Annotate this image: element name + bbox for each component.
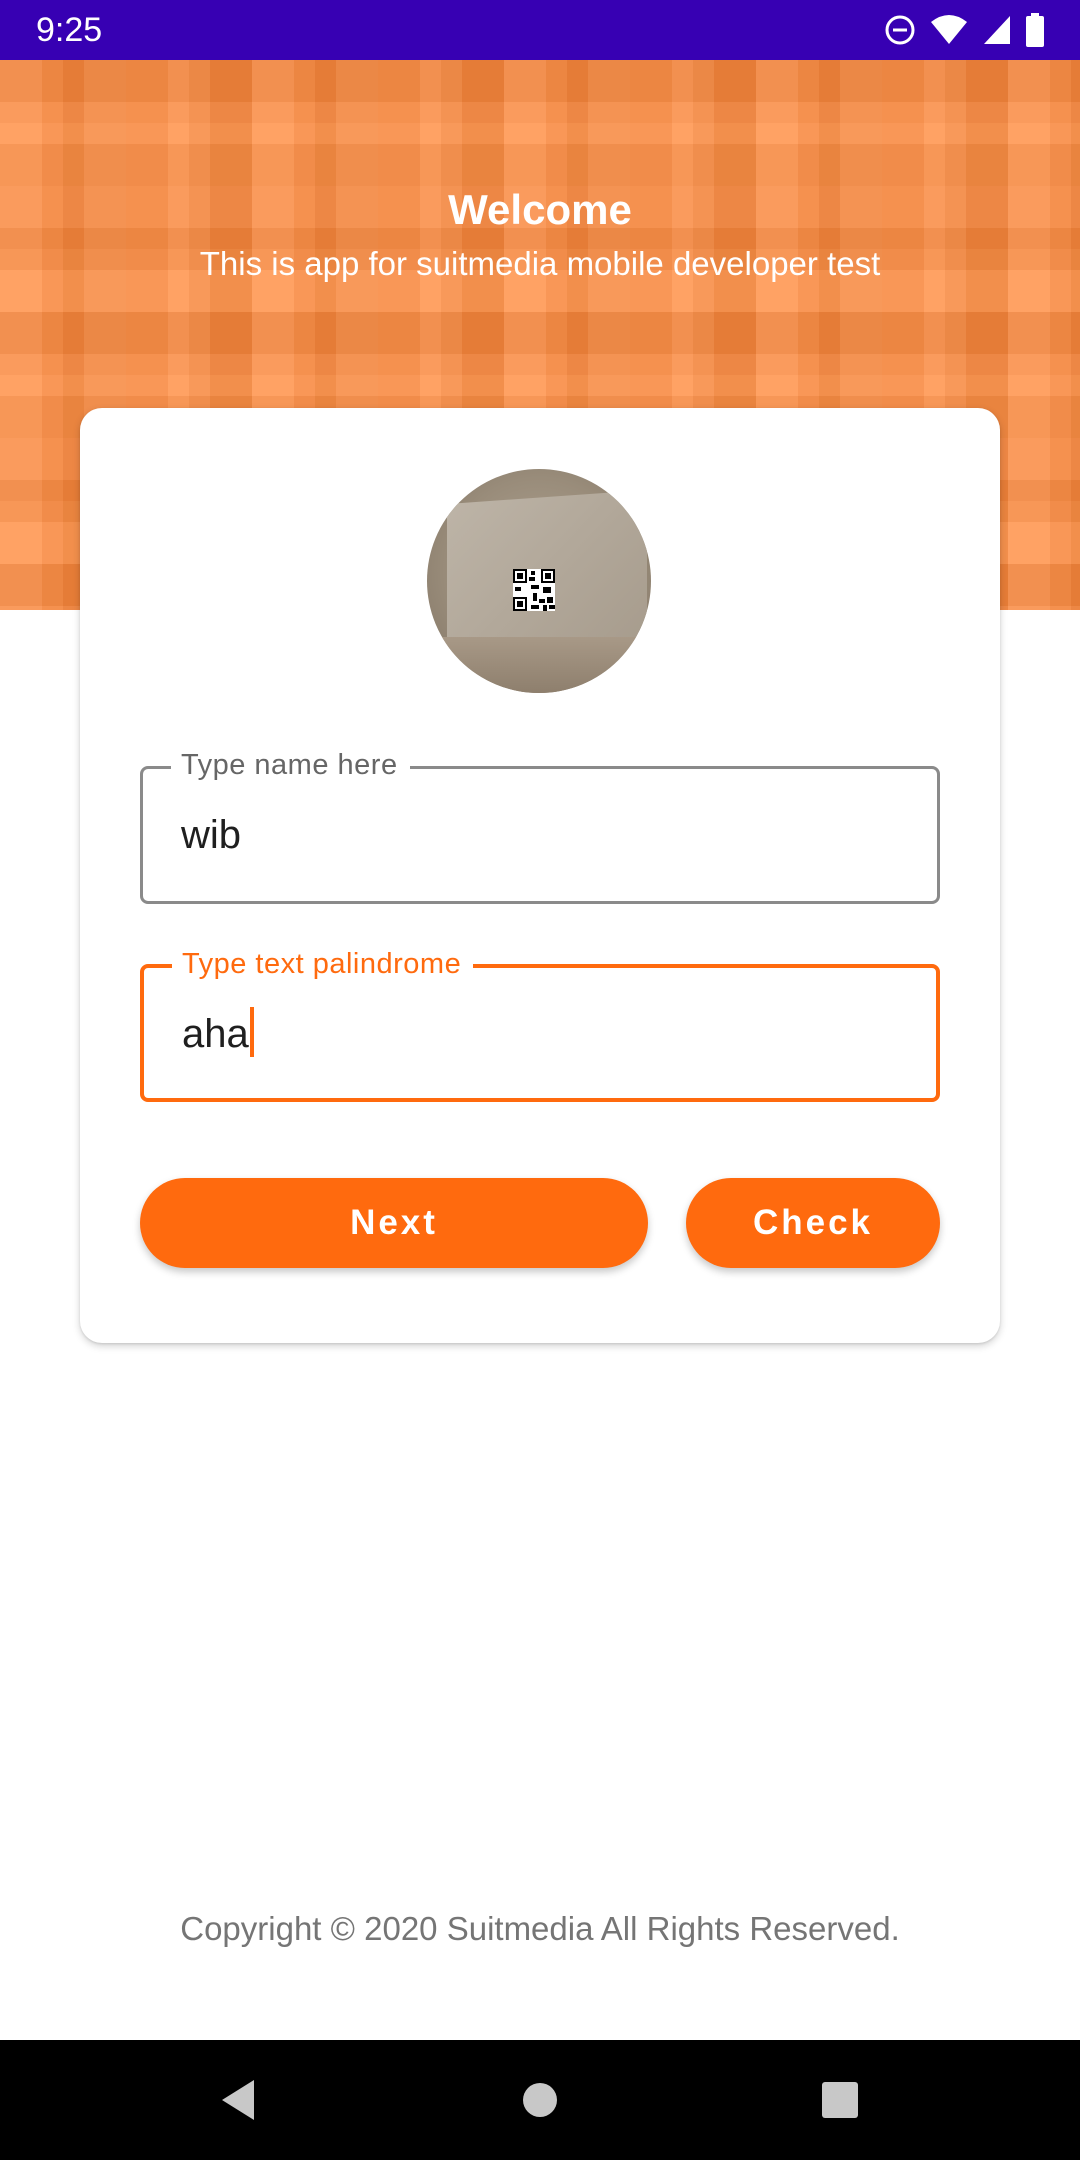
palindrome-field-label: Type text palindrome: [172, 946, 474, 982]
status-time: 9:25: [36, 11, 103, 49]
status-bar: 9:25: [0, 0, 1080, 60]
check-button[interactable]: Check: [686, 1178, 940, 1268]
do-not-disturb-icon: [884, 14, 916, 46]
recents-icon: [822, 2082, 858, 2118]
signal-icon: [982, 14, 1012, 46]
name-field-label: Type name here: [171, 747, 410, 783]
next-button[interactable]: Next: [140, 1178, 648, 1268]
name-field-value: wib: [181, 813, 242, 857]
palindrome-field-value-wrap: aha: [182, 1007, 254, 1058]
qr-code-icon: [513, 569, 555, 611]
text-cursor: [249, 1007, 254, 1058]
home-icon: [523, 2083, 557, 2117]
profile-avatar[interactable]: [427, 469, 651, 693]
back-icon: [222, 2080, 254, 2120]
status-icons: [884, 12, 1044, 48]
palindrome-field[interactable]: Type text palindrome aha: [140, 946, 940, 1102]
recents-button[interactable]: [810, 2070, 870, 2130]
wifi-icon: [930, 14, 968, 46]
palindrome-field-value: aha: [182, 1012, 249, 1056]
name-field[interactable]: Type name here wib: [140, 747, 940, 904]
home-button[interactable]: [510, 2070, 570, 2130]
page-title: Welcome: [448, 186, 632, 233]
page-subtitle: This is app for suitmedia mobile develop…: [199, 245, 881, 282]
back-button[interactable]: [208, 2070, 268, 2130]
avatar-floor: [427, 637, 651, 693]
copyright-text: Copyright © 2020 Suitmedia All Rights Re…: [180, 1910, 900, 1947]
battery-icon: [1026, 13, 1044, 47]
navigation-bar: [0, 2040, 1080, 2160]
